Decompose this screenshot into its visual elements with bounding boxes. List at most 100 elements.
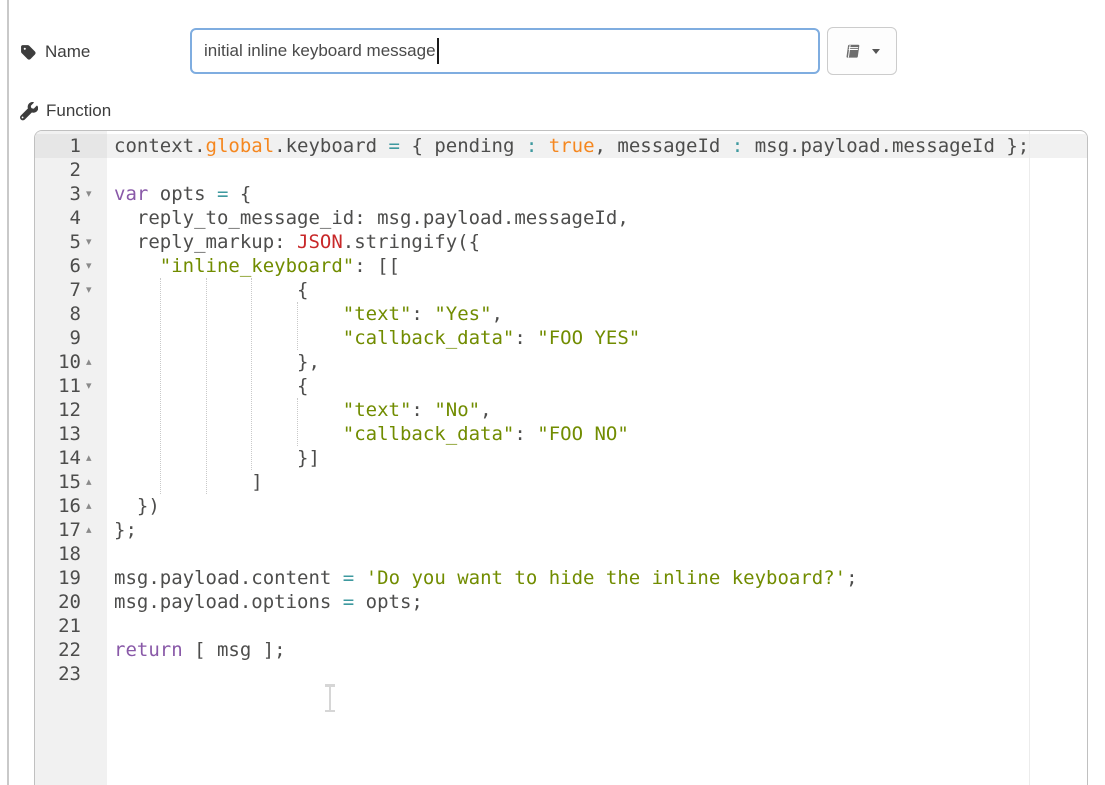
line-number: 10: [35, 350, 81, 374]
code-line-11[interactable]: {: [107, 374, 1087, 398]
code-line-3[interactable]: var opts = {: [107, 182, 1087, 206]
line-number: 5: [35, 230, 81, 254]
fold-down-icon[interactable]: ▾: [81, 254, 107, 278]
code-line-16[interactable]: }): [107, 494, 1087, 518]
gutter-row[interactable]: 7▾: [35, 278, 107, 302]
gutter-row[interactable]: 11▾: [35, 374, 107, 398]
code-token: "Yes": [434, 303, 491, 325]
code-token: reply_to_message_id: msg.payload.message…: [114, 207, 629, 229]
tray-left-border: [7, 0, 9, 785]
code-token: "FOO NO": [537, 423, 629, 445]
code-token: true: [549, 135, 595, 157]
gutter-row[interactable]: 15▴: [35, 470, 107, 494]
line-number: 23: [35, 662, 81, 686]
code-line-15[interactable]: ]: [107, 470, 1087, 494]
gutter-row[interactable]: 5▾: [35, 230, 107, 254]
code-line-13[interactable]: "callback_data": "FOO NO": [107, 422, 1087, 446]
code-line-20[interactable]: msg.payload.options = opts;: [107, 590, 1087, 614]
gutter-row[interactable]: 14▴: [35, 446, 107, 470]
code-token: "text": [343, 303, 412, 325]
gutter-row[interactable]: 1: [35, 134, 107, 158]
code-line-19[interactable]: msg.payload.content = 'Do you want to hi…: [107, 566, 1087, 590]
gutter-row[interactable]: 17▴: [35, 518, 107, 542]
code-line-22[interactable]: return [ msg ];: [107, 638, 1087, 662]
fold-up-icon[interactable]: ▴: [81, 470, 107, 494]
gutter-row[interactable]: 4: [35, 206, 107, 230]
fold-up-icon[interactable]: ▴: [81, 518, 107, 542]
fold-up-icon[interactable]: ▴: [81, 350, 107, 374]
code-line-6[interactable]: "inline_keyboard": [[: [107, 254, 1087, 278]
code-token: "callback_data": [343, 423, 515, 445]
code-token: opts: [148, 183, 217, 205]
code-line-5[interactable]: reply_markup: JSON.stringify({: [107, 230, 1087, 254]
code-token: [ msg ];: [183, 639, 286, 661]
line-number: 18: [35, 542, 81, 566]
code-token: [114, 399, 343, 421]
code-line-10[interactable]: },: [107, 350, 1087, 374]
code-line-8[interactable]: "text": "Yes",: [107, 302, 1087, 326]
code-line-23[interactable]: [107, 662, 1087, 686]
gutter-row[interactable]: 3▾: [35, 182, 107, 206]
code-token: }]: [114, 447, 320, 469]
code-line-21[interactable]: [107, 614, 1087, 638]
code-line-17[interactable]: };: [107, 518, 1087, 542]
line-number: 8: [35, 302, 81, 326]
fold-down-icon[interactable]: ▾: [81, 230, 107, 254]
code-token: :: [514, 327, 537, 349]
gutter-row[interactable]: 6▾: [35, 254, 107, 278]
line-number: 20: [35, 590, 81, 614]
gutter-row[interactable]: 19: [35, 566, 107, 590]
tag-icon: [20, 44, 37, 61]
line-number: 11: [35, 374, 81, 398]
fold-down-icon[interactable]: ▾: [81, 182, 107, 206]
fold-spacer: [81, 422, 107, 446]
gutter-row[interactable]: 2: [35, 158, 107, 182]
gutter-row[interactable]: 21: [35, 614, 107, 638]
name-input[interactable]: initial inline keyboard message: [190, 28, 820, 74]
code-line-12[interactable]: "text": "No",: [107, 398, 1087, 422]
library-button[interactable]: [827, 27, 897, 75]
gutter-row[interactable]: 23: [35, 662, 107, 686]
gutter-row[interactable]: 8: [35, 302, 107, 326]
code-token: [537, 135, 548, 157]
gutter-row[interactable]: 9: [35, 326, 107, 350]
gutter-row[interactable]: 16▴: [35, 494, 107, 518]
code-token: msg.payload.messageId };: [743, 135, 1029, 157]
code-line-18[interactable]: [107, 542, 1087, 566]
fold-spacer: [81, 542, 107, 566]
fold-spacer: [81, 206, 107, 230]
gutter-row[interactable]: 12: [35, 398, 107, 422]
caret-down-icon: [872, 49, 880, 54]
code-line-4[interactable]: reply_to_message_id: msg.payload.message…: [107, 206, 1087, 230]
name-label: Name: [45, 42, 90, 62]
fold-down-icon[interactable]: ▾: [81, 374, 107, 398]
gutter-row[interactable]: 13: [35, 422, 107, 446]
code-line-14[interactable]: }]: [107, 446, 1087, 470]
code-line-9[interactable]: "callback_data": "FOO YES": [107, 326, 1087, 350]
code-token: :: [411, 399, 434, 421]
line-number: 21: [35, 614, 81, 638]
code-pane[interactable]: context.global.keyboard = { pending : tr…: [107, 131, 1087, 785]
gutter-row[interactable]: 10▴: [35, 350, 107, 374]
line-number: 3: [35, 182, 81, 206]
fold-up-icon[interactable]: ▴: [81, 446, 107, 470]
code-line-1[interactable]: context.global.keyboard = { pending : tr…: [107, 134, 1087, 158]
gutter-row[interactable]: 22: [35, 638, 107, 662]
text-ibeam-cursor: [323, 684, 337, 712]
gutter-row[interactable]: 18: [35, 542, 107, 566]
fold-down-icon[interactable]: ▾: [81, 278, 107, 302]
code-token: [114, 423, 343, 445]
code-token: , messageId: [595, 135, 732, 157]
fold-up-icon[interactable]: ▴: [81, 494, 107, 518]
fold-spacer: [81, 326, 107, 350]
function-code-editor[interactable]: 123▾45▾6▾7▾8910▴11▾121314▴15▴16▴17▴18192…: [34, 130, 1088, 785]
code-line-7[interactable]: {: [107, 278, 1087, 302]
code-token: ,: [480, 399, 491, 421]
gutter-row[interactable]: 20: [35, 590, 107, 614]
code-token: {: [114, 279, 308, 301]
line-number: 15: [35, 470, 81, 494]
code-token: ;: [846, 567, 857, 589]
code-token: [114, 327, 343, 349]
code-line-2[interactable]: [107, 158, 1087, 182]
code-token: }): [114, 495, 160, 517]
